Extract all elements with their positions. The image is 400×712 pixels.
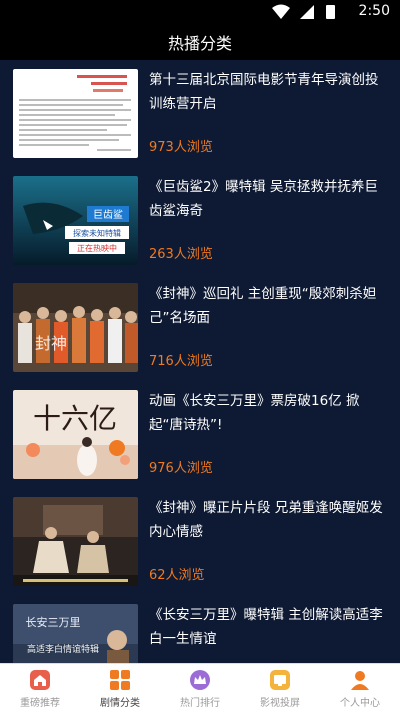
view-count: 973人浏览	[149, 140, 213, 155]
bottom-nav: 重磅推荐 剧情分类 热门排行 影视投屏 个人中心	[0, 663, 400, 712]
thumb-text: 正在热映中	[77, 243, 117, 253]
shark-movie-icon: 巨齿鲨 探索未知特辑 正在热映中	[13, 176, 138, 265]
thumb-text: 十六亿	[33, 402, 117, 435]
nav-label: 剧情分类	[100, 698, 140, 709]
news-title[interactable]: 《巨齿鲨2》曝特辑 吴京拯救并抚养巨齿鲨海奇	[149, 175, 389, 223]
battery-icon	[326, 5, 335, 19]
app-header: 热播分类	[0, 24, 400, 60]
nav-label: 热门排行	[180, 698, 220, 709]
nav-item-profile[interactable]: 个人中心	[320, 664, 400, 712]
news-item[interactable]: 巨齿鲨 探索未知特辑 正在热映中 《巨齿鲨2》曝特辑 吴京拯救并抚养巨齿鲨海奇 …	[0, 168, 400, 275]
nav-item-ranking[interactable]: 热门排行	[160, 664, 240, 712]
thumb-text: 封神	[35, 334, 67, 353]
thumb-text: 高适李白情谊特辑	[27, 643, 99, 655]
news-thumbnail[interactable]: 封神	[13, 283, 138, 372]
page-title: 热播分类	[167, 34, 232, 53]
view-count: 716人浏览	[149, 354, 213, 369]
news-title[interactable]: 《长安三万里》曝特辑 主创解读高适李白一生情谊	[149, 603, 389, 651]
status-bar: 2:50	[0, 0, 400, 24]
status-icons	[272, 4, 335, 19]
movie-still-icon	[13, 497, 138, 586]
poster-icon: 十六亿	[13, 390, 138, 479]
cast-icon	[270, 670, 290, 690]
view-count: 62人浏览	[149, 568, 205, 583]
nav-item-categories[interactable]: 剧情分类	[80, 664, 160, 712]
status-time: 2:50	[358, 3, 390, 19]
user-icon	[351, 671, 369, 690]
grid-icon	[110, 670, 130, 690]
nav-label: 影视投屏	[260, 698, 300, 709]
view-count: 263人浏览	[149, 247, 213, 262]
document-icon	[13, 69, 138, 158]
crown-icon	[190, 670, 210, 690]
thumb-text: 巨齿鲨	[93, 209, 123, 221]
news-thumbnail[interactable]	[13, 69, 138, 158]
news-item[interactable]: 封神 《封神》巡回礼 主创重现“殷郊刺杀妲己”名场面 716人浏览	[0, 275, 400, 382]
news-title[interactable]: 动画《长安三万里》票房破16亿 掀起“唐诗热”!	[149, 389, 389, 437]
nav-label: 个人中心	[340, 698, 380, 709]
crowd-photo-icon: 封神	[13, 283, 138, 372]
news-thumbnail[interactable]	[13, 497, 138, 586]
news-thumbnail[interactable]: 巨齿鲨 探索未知特辑 正在热映中	[13, 176, 138, 265]
home-icon	[30, 670, 50, 690]
poster-icon: 长安三万里 高适李白情谊特辑	[13, 604, 138, 663]
nav-item-cast[interactable]: 影视投屏	[240, 664, 320, 712]
news-feed[interactable]: 第十三届北京国际电影节青年导演创投训练营开启 973人浏览 巨齿鲨 探索未知特辑	[0, 61, 400, 663]
news-item[interactable]: 第十三届北京国际电影节青年导演创投训练营开启 973人浏览	[0, 61, 400, 168]
news-title[interactable]: 第十三届北京国际电影节青年导演创投训练营开启	[149, 68, 389, 116]
view-count: 976人浏览	[149, 461, 213, 476]
thumb-text: 探索未知特辑	[73, 228, 121, 238]
news-item[interactable]: 《封神》曝正片片段 兄弟重逢唤醒姬发内心情感 62人浏览	[0, 489, 400, 596]
news-thumbnail[interactable]: 长安三万里 高适李白情谊特辑	[13, 604, 138, 663]
signal-icon	[300, 5, 314, 19]
news-title[interactable]: 《封神》巡回礼 主创重现“殷郊刺杀妲己”名场面	[149, 282, 389, 330]
thumb-text: 长安三万里	[26, 615, 81, 629]
news-item[interactable]: 十六亿 动画《长安三万里》票房破16亿 掀起“唐诗热”! 976人浏览	[0, 382, 400, 489]
wifi-icon	[272, 4, 290, 19]
news-title[interactable]: 《封神》曝正片片段 兄弟重逢唤醒姬发内心情感	[149, 496, 389, 544]
nav-item-recommend[interactable]: 重磅推荐	[0, 664, 80, 712]
news-item[interactable]: 长安三万里 高适李白情谊特辑 《长安三万里》曝特辑 主创解读高适李白一生情谊	[0, 596, 400, 663]
news-thumbnail[interactable]: 十六亿	[13, 390, 138, 479]
nav-label: 重磅推荐	[20, 698, 60, 709]
